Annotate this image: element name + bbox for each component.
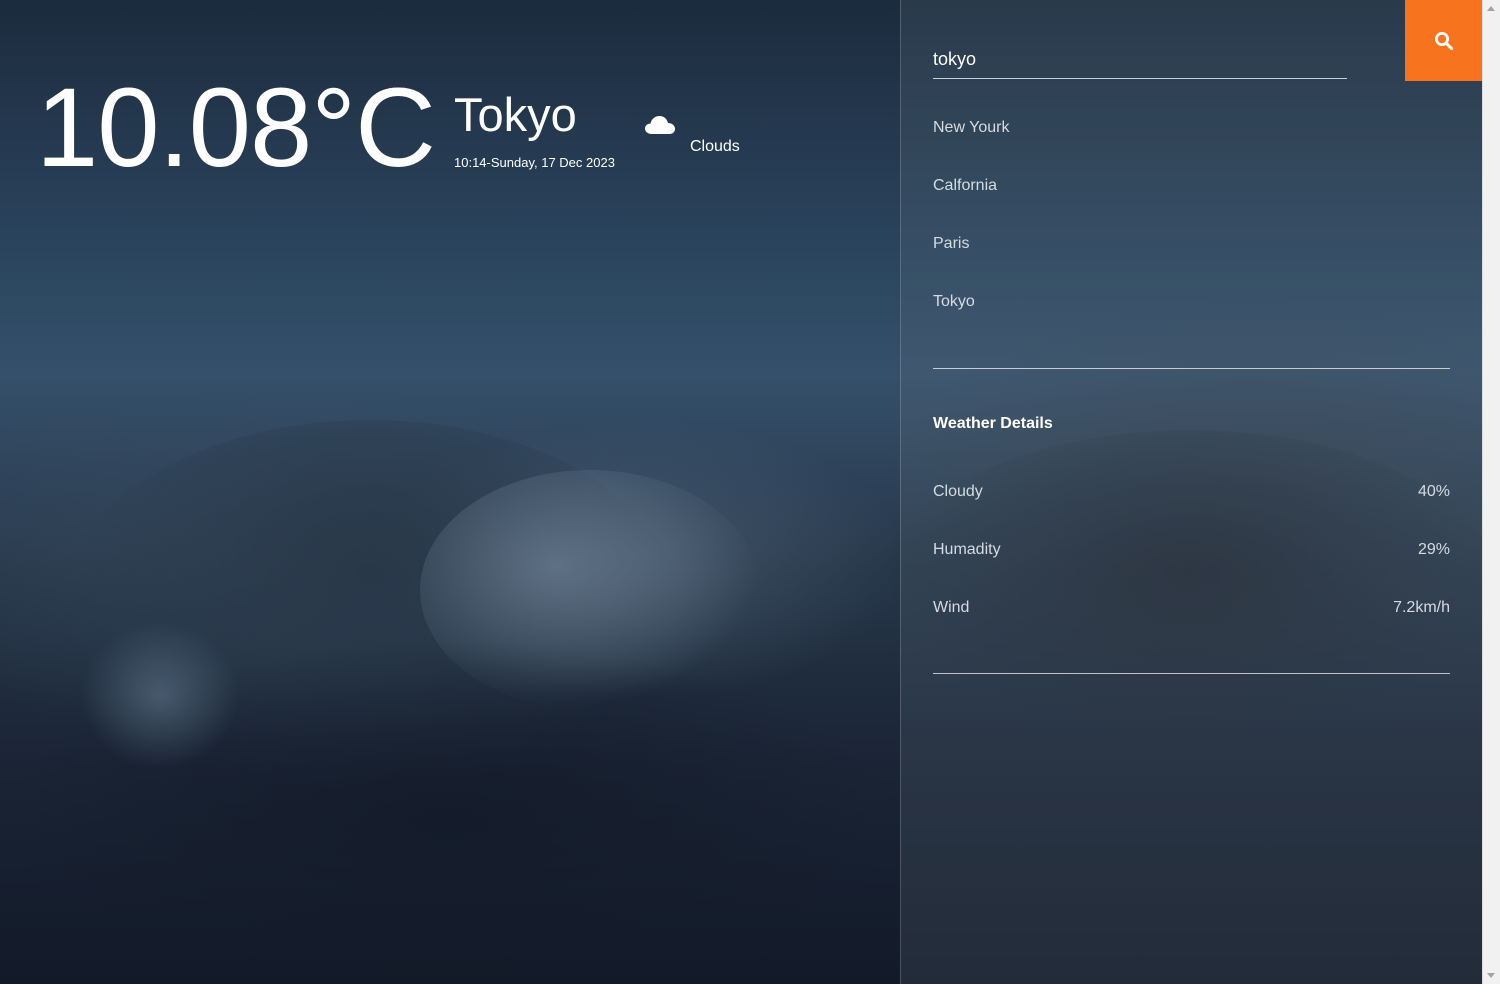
condition-label: Clouds — [690, 138, 740, 155]
background-cloud-highlight — [420, 470, 760, 710]
divider — [933, 368, 1450, 369]
city-item-paris[interactable]: Paris — [933, 233, 1450, 291]
detail-label: Cloudy — [933, 483, 983, 500]
search-button[interactable] — [1405, 0, 1483, 81]
background-cloud — [60, 420, 680, 800]
detail-row-wind: Wind 7.2km/h — [933, 597, 1450, 655]
detail-label: Humadity — [933, 541, 1001, 558]
detail-row-cloudy: Cloudy 40% — [933, 481, 1450, 539]
scrollbar[interactable] — [1482, 0, 1500, 984]
location-block: Tokyo 10:14-Sunday, 17 Dec 2023 — [454, 88, 615, 172]
scroll-down-arrow-icon[interactable] — [1487, 973, 1495, 978]
cloud-icon — [645, 116, 675, 134]
search-icon — [1435, 32, 1454, 51]
side-panel: New Yourk Calfornia Paris Tokyo Weather … — [900, 0, 1483, 984]
detail-value: 40% — [1417, 483, 1450, 500]
scroll-up-arrow-icon[interactable] — [1487, 6, 1495, 11]
temperature-value: 10.08°C — [36, 65, 436, 190]
weather-app: 10.08°C Tokyo 10:14-Sunday, 17 Dec 2023 … — [0, 0, 1500, 984]
detail-label: Wind — [933, 599, 970, 616]
city-list: New Yourk Calfornia Paris Tokyo — [933, 117, 1450, 349]
detail-value: 7.2km/h — [1393, 599, 1450, 616]
detail-value: 29% — [1417, 541, 1450, 558]
search-input[interactable] — [933, 40, 1347, 79]
weather-details-list: Cloudy 40% Humadity 29% Wind 7.2km/h — [933, 481, 1450, 655]
detail-row-humidity: Humadity 29% — [933, 539, 1450, 597]
divider — [933, 673, 1450, 674]
date-time: 10:14-Sunday, 17 Dec 2023 — [454, 155, 615, 170]
weather-details-title: Weather Details — [933, 415, 1053, 432]
background-cloud-gap — [80, 620, 240, 770]
city-item-tokyo[interactable]: Tokyo — [933, 291, 1450, 349]
background-cloud-dark — [0, 640, 900, 984]
city-item-calfornia[interactable]: Calfornia — [933, 175, 1450, 233]
city-item-new-yourk[interactable]: New Yourk — [933, 117, 1450, 175]
city-name: Tokyo — [454, 88, 577, 141]
